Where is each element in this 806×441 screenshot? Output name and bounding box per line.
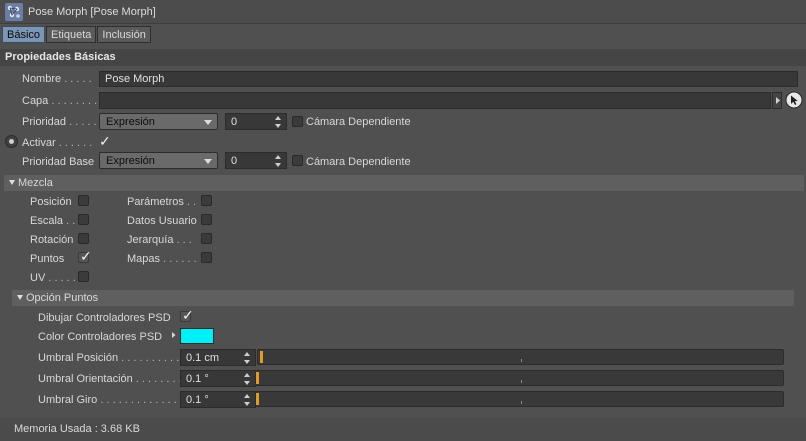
camera-dependent-checkbox[interactable] [292, 116, 303, 127]
threshold-orientation-label: Umbral Orientación . . . . . . . . [38, 373, 182, 385]
chevron-down-icon [204, 120, 212, 125]
activate-checkbox[interactable]: ✓ [99, 133, 111, 149]
stepper-arrows-icon [275, 116, 282, 128]
slider-midpoint-tick [521, 401, 522, 404]
triangle-down-icon [9, 180, 15, 185]
priority-mode-value: Expresión [106, 116, 155, 128]
mix-position-checkbox[interactable] [78, 195, 89, 206]
mix-uv-checkbox[interactable] [78, 271, 89, 282]
mix-hierarchy-checkbox[interactable] [201, 233, 212, 244]
mix-points-checkbox[interactable]: ✓ [78, 248, 92, 264]
tab-inclusion[interactable]: Inclusión [97, 26, 151, 43]
layer-menu-button[interactable] [772, 92, 782, 109]
base-priority-mode-value: Expresión [106, 155, 155, 167]
tab-etiqueta[interactable]: Etiqueta [46, 26, 97, 43]
mix-uv-label: UV . . . . . [30, 272, 76, 284]
mix-userdata-checkbox[interactable] [201, 214, 212, 225]
threshold-position-value: 0.1 cm [186, 352, 220, 364]
stepper-arrows-icon [244, 373, 251, 385]
layer-pick-button[interactable] [785, 91, 803, 109]
threshold-twist-input[interactable]: 0.1 ° [180, 391, 256, 408]
section-basic-properties: Propiedades Básicas [0, 49, 806, 66]
base-priority-value: 0 [231, 155, 238, 167]
checkmark-icon: ✓ [182, 307, 194, 323]
base-priority-label: Prioridad Base [22, 156, 95, 168]
slider-midpoint-tick [521, 359, 522, 362]
threshold-position-slider[interactable] [257, 349, 784, 365]
mix-rotation-label: Rotación [30, 234, 74, 246]
mix-hierarchy-label: Jerarquía . . . [127, 234, 192, 246]
status-bar: Memoria Usada : 3.68 KB [0, 418, 806, 441]
mix-parameters-label: Parámetros . . [127, 196, 197, 208]
stepper-arrows-icon [244, 394, 251, 406]
priority-label: Prioridad . . . . . [22, 116, 97, 128]
threshold-twist-value: 0.1 ° [186, 394, 209, 406]
checkmark-icon: ✓ [99, 133, 111, 149]
memory-usage: Memoria Usada : 3.68 KB [14, 423, 140, 435]
threshold-position-input[interactable]: 0.1 cm [180, 349, 256, 366]
tab-bar: Básico Etiqueta Inclusión [2, 26, 152, 43]
threshold-twist-slider[interactable] [255, 391, 784, 407]
threshold-orientation-slider[interactable] [255, 370, 784, 386]
triangle-right-icon [776, 97, 780, 104]
mix-parameters-checkbox[interactable] [201, 195, 212, 206]
name-label: Nombre . . . . . [22, 73, 92, 85]
priority-value: 0 [231, 116, 238, 128]
mix-maps-label: Mapas . . . . . . [127, 253, 197, 265]
pose-morph-tag-icon [5, 3, 23, 21]
mix-userdata-label: Datos Usuario [127, 215, 197, 227]
threshold-position-label: Umbral Posición . . . . . . . . . . [38, 352, 180, 364]
layer-field[interactable] [99, 92, 771, 109]
priority-value-stepper[interactable]: 0 [225, 113, 287, 130]
section-basic-title: Propiedades Básicas [5, 51, 116, 63]
slider-midpoint-tick [521, 380, 522, 383]
draw-psd-label: Dibujar Controladores PSD [38, 312, 171, 324]
mix-rotation-checkbox[interactable] [78, 233, 89, 244]
activate-animate-radio[interactable] [5, 135, 18, 148]
base-priority-value-stepper[interactable]: 0 [225, 152, 287, 169]
triangle-right-icon [172, 332, 176, 338]
name-input[interactable]: Pose Morph [99, 71, 798, 87]
priority-mode-dropdown[interactable]: Expresión [99, 113, 218, 130]
mix-scale-checkbox[interactable] [78, 214, 89, 225]
threshold-orientation-value: 0.1 ° [186, 373, 209, 385]
draw-psd-checkbox[interactable]: ✓ [180, 307, 194, 323]
base-camera-dependent-checkbox[interactable] [292, 155, 303, 166]
group-points-header[interactable]: Opción Puntos [12, 290, 794, 306]
group-mix-title: Mezcla [18, 177, 53, 189]
threshold-twist-label: Umbral Giro . . . . . . . . . . . . . . … [38, 394, 189, 406]
base-priority-mode-dropdown[interactable]: Expresión [99, 152, 218, 169]
name-value: Pose Morph [105, 73, 165, 85]
chevron-down-icon [204, 159, 212, 164]
pick-cursor-icon [785, 91, 803, 109]
base-camera-dependent-label: Cámara Dependiente [306, 156, 411, 168]
checkmark-icon: ✓ [80, 248, 92, 264]
mix-maps-checkbox[interactable] [201, 252, 212, 263]
slider-handle[interactable] [256, 393, 259, 405]
stepper-arrows-icon [244, 352, 251, 364]
mix-position-label: Posición [30, 196, 72, 208]
mix-scale-label: Escala . . [30, 215, 76, 227]
group-mix-header[interactable]: Mezcla [4, 175, 804, 191]
stepper-arrows-icon [275, 155, 282, 167]
mix-points-label: Puntos [30, 253, 65, 265]
activate-label: Activar . . . . . . [22, 137, 93, 149]
title-bar: Pose Morph [Pose Morph] [0, 0, 806, 24]
window-title: Pose Morph [Pose Morph] [28, 6, 156, 18]
color-psd-label: Color Controladores PSD [38, 331, 163, 343]
tab-basico[interactable]: Básico [2, 26, 46, 43]
threshold-orientation-input[interactable]: 0.1 ° [180, 370, 256, 387]
slider-handle[interactable] [256, 372, 259, 384]
slider-handle[interactable] [260, 351, 263, 363]
group-points-title: Opción Puntos [26, 292, 99, 304]
camera-dependent-label: Cámara Dependiente [306, 116, 411, 128]
triangle-down-icon [17, 295, 23, 300]
color-psd-swatch[interactable] [180, 328, 214, 344]
